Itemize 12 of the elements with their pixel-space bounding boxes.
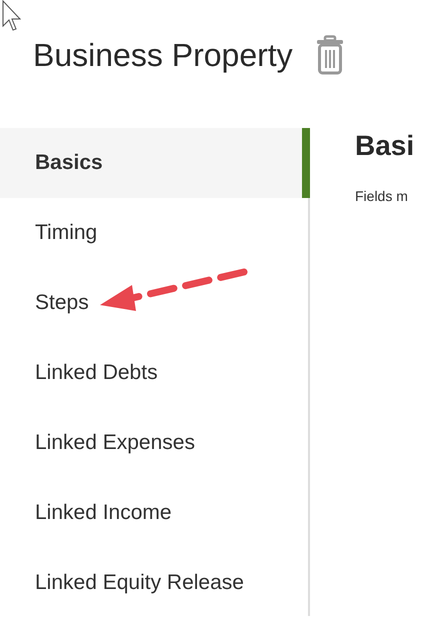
fields-note: Fields m <box>355 188 408 204</box>
sidebar-item[interactable]: Linked Debts <box>0 338 310 408</box>
sidebar-item[interactable]: Linked Equity Release <box>0 548 310 618</box>
trash-icon[interactable] <box>314 35 345 75</box>
sidebar-item[interactable]: Basics <box>0 128 310 198</box>
section-heading: Basi <box>355 130 414 162</box>
cursor-icon <box>2 0 22 32</box>
sidebar-item[interactable]: Steps <box>0 268 310 338</box>
sidebar-item[interactable]: Timing <box>0 198 310 268</box>
page-title: Business Property <box>33 36 293 74</box>
sidebar-item[interactable]: Linked Expenses <box>0 408 310 478</box>
sidebar-item[interactable]: Linked Income <box>0 478 310 548</box>
